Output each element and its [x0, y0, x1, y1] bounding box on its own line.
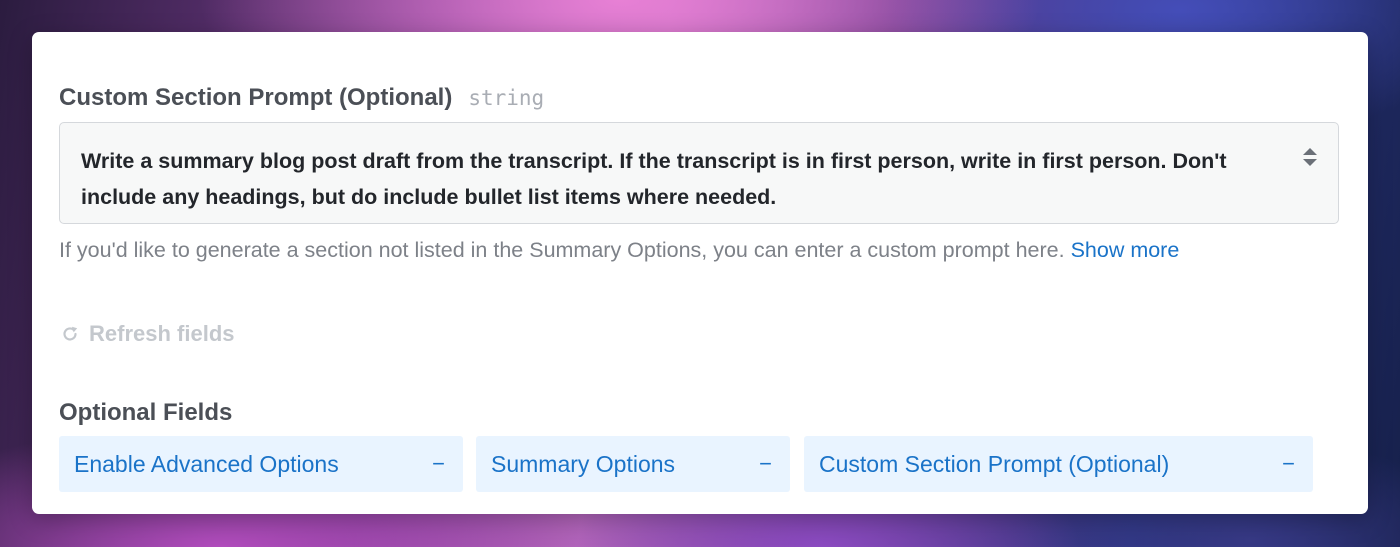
- field-hint-text: If you'd like to generate a section not …: [59, 238, 1065, 262]
- up-down-arrows-icon[interactable]: [1302, 147, 1318, 167]
- remove-field-icon[interactable]: −: [1282, 451, 1295, 477]
- chip-label: Custom Section Prompt (Optional): [819, 450, 1170, 477]
- field-hint: If you'd like to generate a section not …: [59, 238, 1179, 263]
- refresh-fields-button[interactable]: Refresh fields: [61, 321, 235, 347]
- form-card: Custom Section Prompt (Optional) string …: [32, 32, 1368, 514]
- show-more-link[interactable]: Show more: [1071, 238, 1180, 262]
- optional-field-custom-section-prompt[interactable]: Custom Section Prompt (Optional) −: [804, 436, 1313, 492]
- optional-field-enable-advanced-options[interactable]: Enable Advanced Options −: [59, 436, 463, 492]
- remove-field-icon[interactable]: −: [432, 451, 445, 477]
- chip-label: Summary Options: [491, 450, 676, 477]
- refresh-icon: [61, 325, 79, 343]
- refresh-fields-label: Refresh fields: [89, 321, 235, 346]
- remove-field-icon[interactable]: −: [759, 451, 772, 477]
- field-label: Custom Section Prompt (Optional): [59, 84, 453, 111]
- chip-label: Enable Advanced Options: [74, 450, 339, 477]
- optional-field-summary-options[interactable]: Summary Options −: [476, 436, 790, 492]
- field-label-row: Custom Section Prompt (Optional) string: [59, 84, 544, 112]
- custom-prompt-value: Write a summary blog post draft from the…: [81, 149, 1227, 209]
- field-type-tag: string: [468, 86, 545, 110]
- optional-fields-title: Optional Fields: [59, 399, 233, 426]
- custom-prompt-select[interactable]: Write a summary blog post draft from the…: [59, 122, 1339, 224]
